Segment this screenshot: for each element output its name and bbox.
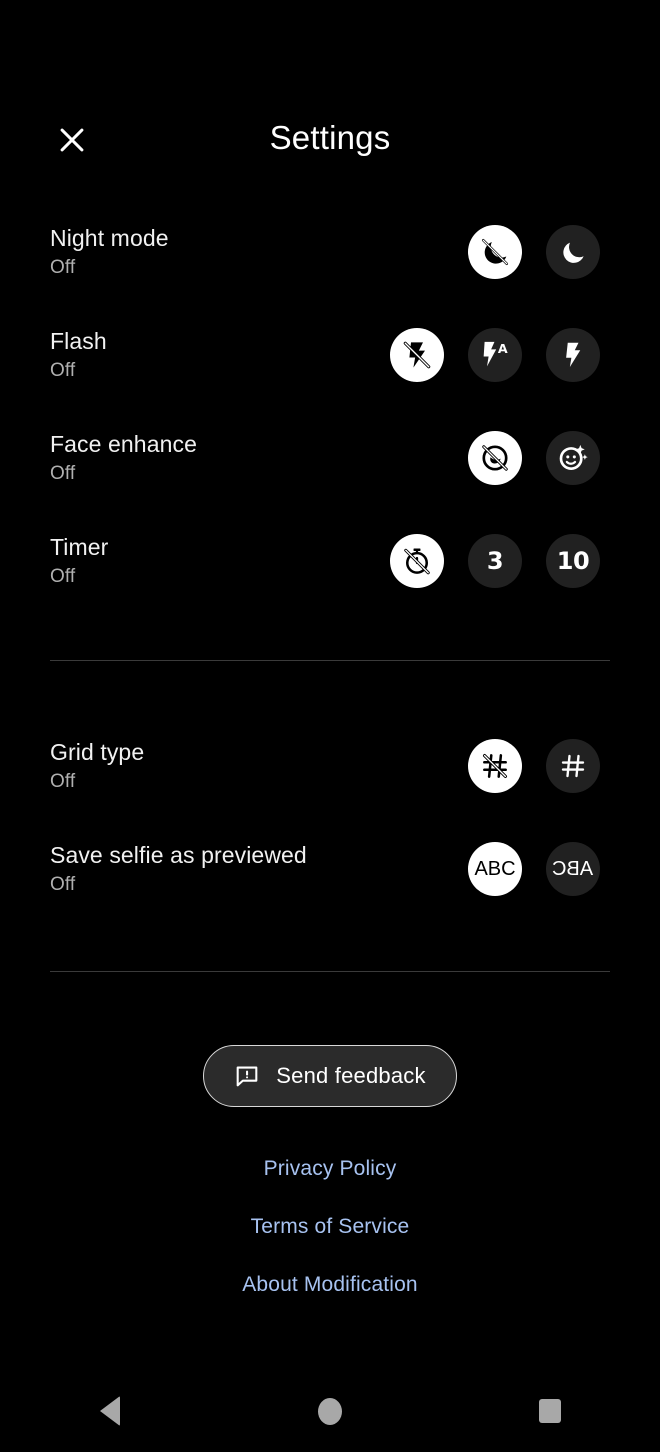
option-grid-on[interactable] <box>546 739 600 793</box>
setting-row-timer[interactable]: Timer Off 3 10 <box>0 511 660 611</box>
recents-square-icon <box>539 1399 561 1423</box>
row-value: Off <box>50 771 76 792</box>
row-label: Flash <box>50 328 107 354</box>
option-timer-off[interactable] <box>390 534 444 588</box>
row-text: Timer Off <box>50 511 108 611</box>
option-selfie-normal[interactable]: ABC <box>468 842 522 896</box>
row-value: Off <box>50 463 76 484</box>
timer-off-icon <box>401 545 433 577</box>
row-options: ABC ABC <box>468 819 600 919</box>
row-options <box>468 716 600 816</box>
link-terms-of-service[interactable]: Terms of Service <box>243 1198 418 1256</box>
row-text: Face enhance Off <box>50 408 197 508</box>
setting-row-night-mode[interactable]: Night mode Off <box>0 202 660 302</box>
row-value: Off <box>50 257 76 278</box>
option-flash-off[interactable] <box>390 328 444 382</box>
row-label: Face enhance <box>50 431 197 457</box>
home-circle-icon <box>318 1397 342 1425</box>
abc-mirrored-icon: ABC <box>552 858 594 880</box>
setting-row-grid-type[interactable]: Grid type Off <box>0 716 660 816</box>
feedback-section: Send feedback <box>0 1045 660 1107</box>
abc-normal-icon: ABC <box>474 858 516 880</box>
row-text: Save selfie as previewed Off <box>50 819 307 919</box>
face-enhance-off-icon <box>479 442 511 474</box>
row-options <box>468 202 600 302</box>
send-feedback-label: Send feedback <box>276 1063 426 1088</box>
row-text: Grid type Off <box>50 716 144 816</box>
header: Settings <box>0 0 660 196</box>
row-value: Off <box>50 566 76 587</box>
flash-on-icon <box>558 340 588 370</box>
timer-3s-label: 3 <box>486 547 504 575</box>
row-value: Off <box>50 874 76 895</box>
page-title: Settings <box>269 119 391 156</box>
settings-screen: Settings Night mode Off Flash Off A Face… <box>0 0 660 1452</box>
nav-back-button[interactable] <box>0 1370 220 1452</box>
option-flash-on[interactable] <box>546 328 600 382</box>
legal-links: Privacy Policy Terms of Service About Mo… <box>0 1140 660 1314</box>
row-options <box>468 408 600 508</box>
row-label: Save selfie as previewed <box>50 842 307 868</box>
option-grid-off[interactable] <box>468 739 522 793</box>
face-enhance-on-icon <box>557 442 589 474</box>
send-feedback-button[interactable]: Send feedback <box>203 1045 457 1107</box>
row-text: Flash Off <box>50 305 107 405</box>
night-mode-off-icon <box>479 236 511 268</box>
grid-off-icon <box>479 750 511 782</box>
grid-on-icon <box>558 751 588 781</box>
setting-row-face-enhance[interactable]: Face enhance Off <box>0 408 660 508</box>
nav-home-button[interactable] <box>220 1370 440 1452</box>
option-night-mode-on[interactable] <box>546 225 600 279</box>
option-face-enhance-on[interactable] <box>546 431 600 485</box>
option-timer-10s[interactable]: 10 <box>546 534 600 588</box>
android-navigation-bar <box>0 1370 660 1452</box>
row-label: Timer <box>50 534 109 560</box>
option-face-enhance-off[interactable] <box>468 431 522 485</box>
setting-row-flash[interactable]: Flash Off A <box>0 305 660 405</box>
row-text: Night mode Off <box>50 202 169 302</box>
moon-icon <box>558 237 588 267</box>
link-privacy-policy[interactable]: Privacy Policy <box>256 1140 405 1198</box>
section-divider-1 <box>50 660 610 661</box>
option-selfie-mirrored[interactable]: ABC <box>546 842 600 896</box>
option-timer-3s[interactable]: 3 <box>468 534 522 588</box>
option-flash-auto[interactable]: A <box>468 328 522 382</box>
flash-off-icon <box>401 339 433 371</box>
svg-text:A: A <box>498 341 508 356</box>
setting-row-save-selfie[interactable]: Save selfie as previewed Off ABC ABC <box>0 819 660 919</box>
row-options: A <box>390 305 600 405</box>
row-value: Off <box>50 360 76 381</box>
section-divider-2 <box>50 971 610 972</box>
option-night-mode-off[interactable] <box>468 225 522 279</box>
timer-10s-label: 10 <box>556 547 590 575</box>
link-about-modification[interactable]: About Modification <box>234 1256 425 1314</box>
row-label: Night mode <box>50 225 169 251</box>
row-options: 3 10 <box>390 511 600 611</box>
nav-recents-button[interactable] <box>440 1370 660 1452</box>
row-label: Grid type <box>50 739 145 765</box>
flash-auto-icon: A <box>479 339 511 371</box>
feedback-bubble-icon <box>234 1063 260 1089</box>
back-triangle-icon <box>100 1396 120 1426</box>
